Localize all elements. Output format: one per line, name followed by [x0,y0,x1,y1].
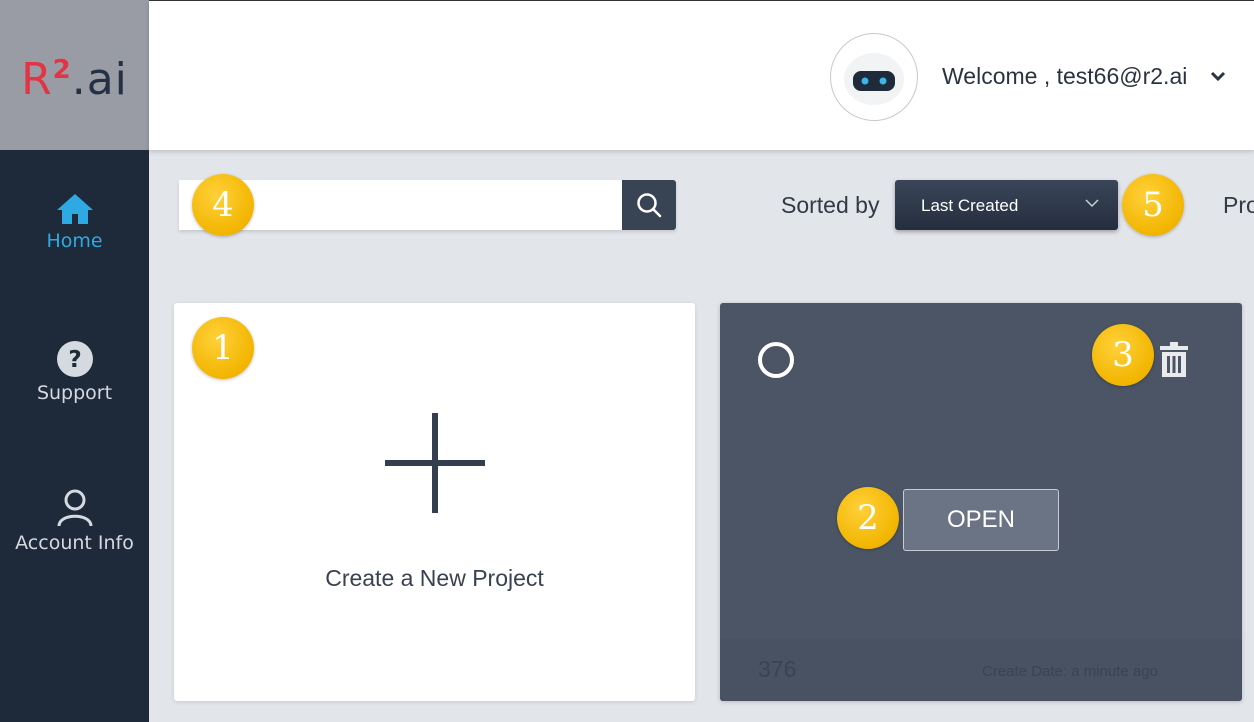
create-date: Create Date: a minute ago [982,663,1158,680]
search-icon [637,193,662,218]
cut-off-label: Pro [1223,192,1254,218]
logo-r: R [21,53,53,105]
robot-icon [844,53,904,105]
project-card: OPEN 376 Create Date: a minute ago [720,303,1242,701]
callout-badge-4: 4 [192,174,254,236]
create-project-card[interactable]: Create a New Project [174,303,695,701]
project-card-footer: 376 Create Date: a minute ago [720,639,1242,701]
sidebar-item-label: Account Info [15,532,134,554]
chevron-down-icon [1085,199,1099,208]
create-project-label: Create a New Project [325,565,544,591]
search-button[interactable] [622,180,676,230]
callout-badge-3: 3 [1092,324,1154,386]
callout-badge-1: 1 [192,317,254,379]
status-circle-icon [758,342,794,378]
sidebar-item-home[interactable]: Home [0,192,149,252]
chevron-down-icon[interactable] [1209,67,1227,85]
sidebar: Home ? Support Account Info [0,150,149,722]
top-header: Welcome , test66@r2.ai [149,0,1254,150]
home-icon [56,194,93,224]
sidebar-item-support[interactable]: ? Support [0,340,149,404]
sidebar-item-label: Home [46,230,103,252]
callout-badge-2: 2 [837,487,899,549]
logo-superscript: 2 [52,54,72,85]
question-icon: ? [56,341,93,377]
avatar[interactable] [830,33,918,121]
sort-selected-value: Last Created [921,196,1019,215]
logo: R2.ai [0,0,149,150]
plus-icon [385,413,485,513]
user-icon [57,489,92,527]
sort-dropdown[interactable]: Last Created [895,180,1118,230]
sidebar-item-account-info[interactable]: Account Info [0,488,149,554]
callout-badge-5: 5 [1122,174,1184,236]
svg-text:?: ? [68,347,81,373]
open-project-button[interactable]: OPEN [903,489,1059,551]
logo-ai: .ai [71,53,128,105]
welcome-text[interactable]: Welcome , test66@r2.ai [942,63,1187,90]
project-number: 376 [758,656,797,682]
sorted-by-label: Sorted by [781,192,880,218]
sidebar-item-label: Support [36,382,113,404]
trash-icon[interactable] [1159,341,1189,379]
